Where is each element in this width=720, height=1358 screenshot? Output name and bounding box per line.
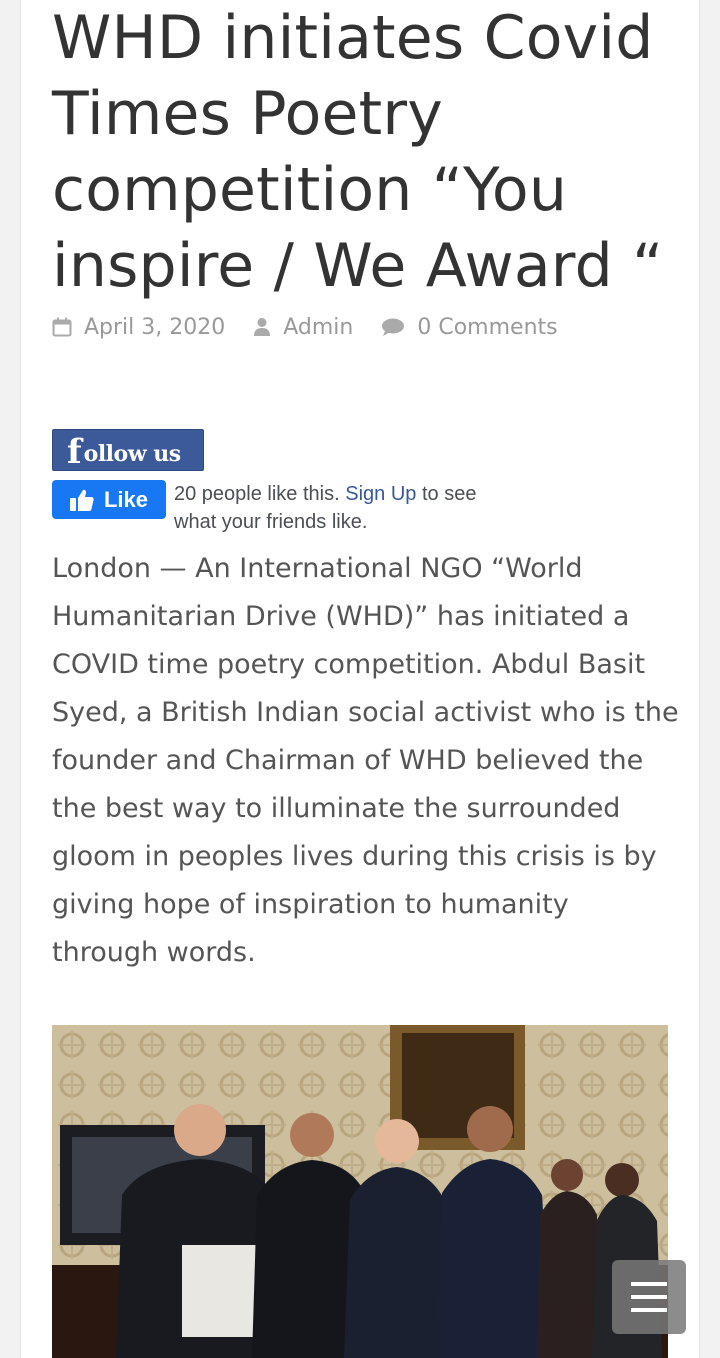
meta-comments[interactable]: 0 Comments (381, 314, 558, 340)
calendar-icon (52, 317, 72, 337)
meta-author[interactable]: Admin (253, 315, 353, 340)
meta-date[interactable]: April 3, 2020 (52, 315, 225, 340)
hamburger-menu-icon[interactable] (612, 1260, 686, 1334)
menu-bar-bottom (631, 1308, 667, 1312)
facebook-f-icon: f (67, 432, 82, 472)
article-title: WHD initiates Covid Times Poetry competi… (52, 3, 664, 301)
like-social-text: 20 people like this. Sign Up to see what… (174, 480, 514, 536)
date-label: April 3, 2020 (84, 314, 226, 340)
signup-link[interactable]: Sign Up (345, 483, 416, 505)
comments-label: 0 Comments (417, 314, 558, 340)
menu-bar-top (631, 1282, 667, 1286)
article-meta: April 3, 2020 Admin 0 Comments (52, 312, 586, 342)
thumbs-up-icon (69, 489, 94, 511)
article-body: London — An International NGO “World Hum… (52, 553, 679, 968)
like-label: Like (103, 486, 149, 512)
like-count-text: 20 people like this. (174, 483, 340, 505)
menu-bar-middle (631, 1295, 667, 1299)
article-photo (52, 1025, 668, 1358)
facebook-like-button[interactable]: Like (52, 480, 166, 519)
follow-us-label: ollow us (83, 441, 182, 467)
user-icon (254, 318, 271, 336)
comment-icon (382, 318, 405, 336)
facebook-follow-button[interactable]: f ollow us (52, 429, 204, 472)
author-label: Admin (283, 314, 354, 340)
